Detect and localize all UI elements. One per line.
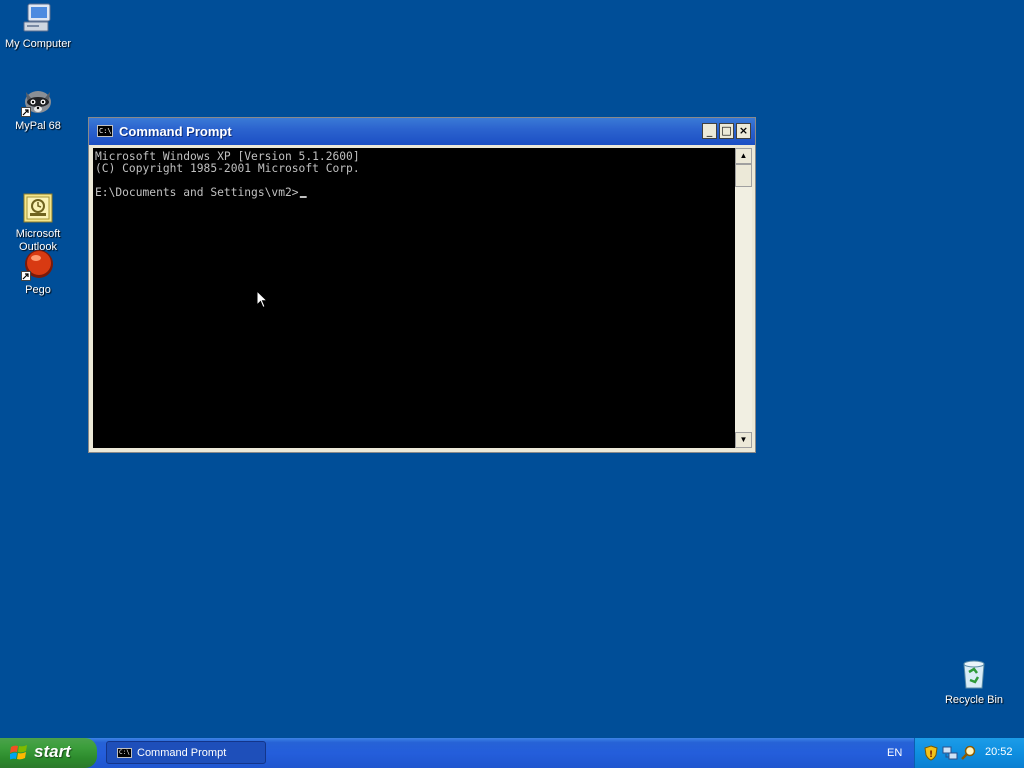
desktop: My Computer MyPal 68 Microsoft Outlook P…	[0, 0, 1024, 738]
desktop-icon-my-computer[interactable]: My Computer	[0, 2, 76, 51]
taskbar-item-command-prompt[interactable]: C:\ Command Prompt	[106, 741, 266, 764]
system-tray: ! 20:52	[914, 738, 1024, 768]
console-line: (C) Copyright 1985-2001 Microsoft Corp.	[95, 161, 360, 175]
console-prompt: E:\Documents and Settings\vm2>	[95, 185, 299, 199]
console-output[interactable]: Microsoft Windows XP [Version 5.1.2600] …	[93, 148, 735, 448]
recycle-bin-icon	[958, 658, 990, 690]
cmd-icon: C:\	[97, 125, 113, 137]
my-computer-icon	[22, 2, 54, 34]
shortcut-arrow-icon	[21, 107, 31, 117]
desktop-icon-label: MyPal 68	[15, 120, 61, 132]
maximize-button[interactable]: □	[719, 123, 734, 139]
minimize-button[interactable]: _	[702, 123, 717, 139]
taskbar-item-label: Command Prompt	[137, 747, 227, 759]
svg-text:!: !	[929, 750, 933, 760]
security-shield-icon[interactable]: !	[923, 745, 939, 761]
scroll-thumb[interactable]	[735, 164, 752, 187]
shortcut-arrow-icon	[21, 271, 31, 281]
command-prompt-window[interactable]: C:\ Command Prompt _ □ × Microsoft Windo…	[88, 117, 756, 453]
taskbar: start C:\ Command Prompt EN ! 20:52	[0, 738, 1024, 768]
start-button[interactable]: start	[0, 738, 97, 768]
console-prompt-line: E:\Documents and Settings\vm2>	[95, 185, 307, 199]
desktop-icon-recycle-bin[interactable]: Recycle Bin	[936, 658, 1012, 707]
search-icon[interactable]	[961, 745, 977, 761]
language-indicator[interactable]: EN	[887, 747, 902, 759]
vertical-scrollbar[interactable]: ▲ ▼	[735, 148, 752, 448]
desktop-icon-label: Pego	[25, 284, 51, 296]
window-title: Command Prompt	[119, 124, 232, 139]
scroll-down-button[interactable]: ▼	[735, 432, 752, 448]
desktop-icon-pego[interactable]: Pego	[0, 248, 76, 297]
outlook-icon	[22, 179, 54, 223]
raccoon-icon	[21, 84, 54, 117]
mouse-pointer-icon	[256, 290, 268, 309]
window-titlebar[interactable]: C:\ Command Prompt _ □ ×	[89, 118, 755, 145]
pego-icon	[21, 248, 54, 281]
clock[interactable]: 20:52	[985, 746, 1013, 758]
cmd-icon: C:\	[117, 748, 132, 758]
network-icon[interactable]	[942, 745, 958, 761]
windows-logo-icon	[10, 745, 27, 760]
close-button[interactable]: ×	[736, 123, 751, 139]
desktop-icon-label: My Computer	[4, 38, 72, 50]
desktop-icon-label: Recycle Bin	[944, 694, 1004, 706]
desktop-icon-mypal[interactable]: MyPal 68	[0, 84, 76, 133]
text-cursor	[299, 196, 307, 198]
start-label: start	[34, 742, 71, 761]
scroll-up-button[interactable]: ▲	[735, 148, 752, 164]
